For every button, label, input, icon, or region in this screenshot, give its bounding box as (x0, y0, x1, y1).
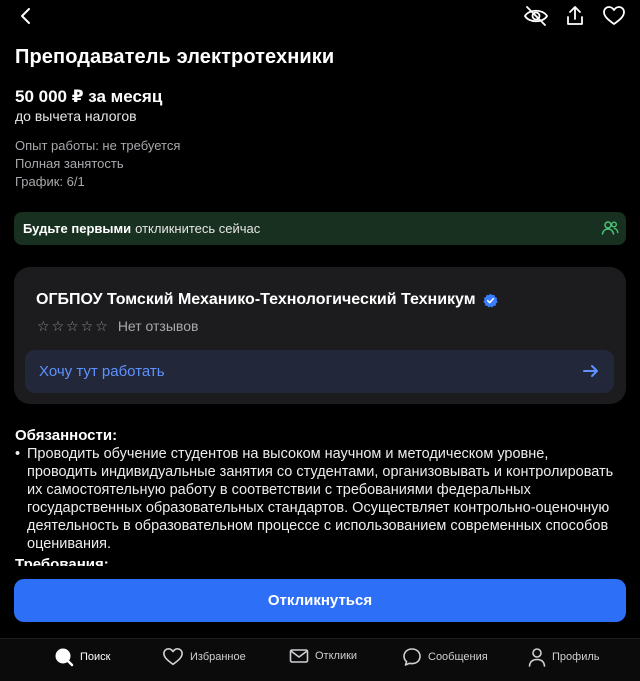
tab-messages[interactable]: Сообщения (402, 647, 488, 667)
tab-responses[interactable]: Отклики (289, 647, 357, 665)
star-icon: ☆ (51, 318, 65, 334)
chat-icon (403, 648, 421, 666)
tab-label: Избранное (190, 651, 246, 663)
share-icon (567, 6, 583, 25)
employer-name[interactable]: ОГБПОУ Томский Механико-Технологический … (36, 291, 476, 309)
mail-icon (289, 649, 309, 663)
duties-title: Обязанности: (15, 427, 118, 444)
back-button[interactable] (12, 2, 40, 30)
apply-button[interactable]: Откликнуться (14, 579, 626, 622)
vacancy-title: Преподаватель электротехники (15, 46, 335, 68)
tab-label: Профиль (552, 651, 600, 663)
top-bar (0, 0, 640, 34)
share-button[interactable] (561, 2, 589, 30)
reviews-label: Нет отзывов (117, 318, 199, 334)
tab-label: Отклики (315, 650, 358, 662)
bullet: • (15, 446, 21, 462)
banner-text: откликнитесь сейчас (135, 221, 261, 236)
user-icon (528, 648, 546, 667)
search-icon (55, 648, 74, 667)
tab-label: Сообщения (428, 651, 488, 663)
eye-off-icon (523, 6, 549, 26)
want-to-work-here-button[interactable]: Хочу тут работать (25, 350, 614, 393)
schedule-text: График: 6/1 (15, 174, 85, 189)
chevron-left-icon (21, 8, 30, 24)
tab-bar: Поиск Избранное Отклики Сообщения Профил… (0, 638, 640, 681)
duties-list: • Проводить обучение студентов на высоко… (15, 445, 615, 553)
favorite-button[interactable] (600, 2, 628, 30)
heart-icon (163, 648, 183, 666)
star-icon: ☆ (80, 318, 94, 334)
arrow-right-icon (582, 362, 600, 385)
tab-favorites[interactable]: Избранное (162, 647, 246, 667)
rating-stars: ☆ ☆ ☆ ☆ ☆ Нет отзывов (37, 318, 198, 334)
star-icon: ☆ (66, 318, 79, 334)
salary: 50 000 ₽ за месяц (15, 87, 163, 106)
heart-icon (603, 6, 625, 25)
tab-search[interactable]: Поиск (54, 647, 110, 667)
star-icon: ☆ (37, 318, 50, 334)
tab-profile[interactable]: Профиль (528, 647, 600, 667)
employment-text: Полная занятость (15, 156, 124, 171)
tab-label: Поиск (80, 651, 111, 663)
experience-text: Опыт работы: не требуется (15, 138, 181, 153)
employer-name-row[interactable]: ОГБПОУ Томский Механико-Технологический … (36, 291, 498, 309)
salary-note: до вычета налогов (15, 108, 137, 124)
verified-icon (482, 293, 498, 308)
people-icon (601, 220, 619, 239)
duties-text: Проводить обучение студентов на высоком … (27, 446, 614, 552)
hide-vacancy-button[interactable] (522, 2, 550, 30)
be-first-banner: Будьте первыми откликнитесь сейчас (14, 212, 626, 245)
want-to-work-label: Хочу тут работать (39, 363, 165, 380)
banner-bold-text: Будьте первыми (23, 221, 132, 236)
star-icon: ☆ (95, 318, 108, 334)
employer-card[interactable]: ОГБПОУ Томский Механико-Технологический … (14, 267, 626, 404)
